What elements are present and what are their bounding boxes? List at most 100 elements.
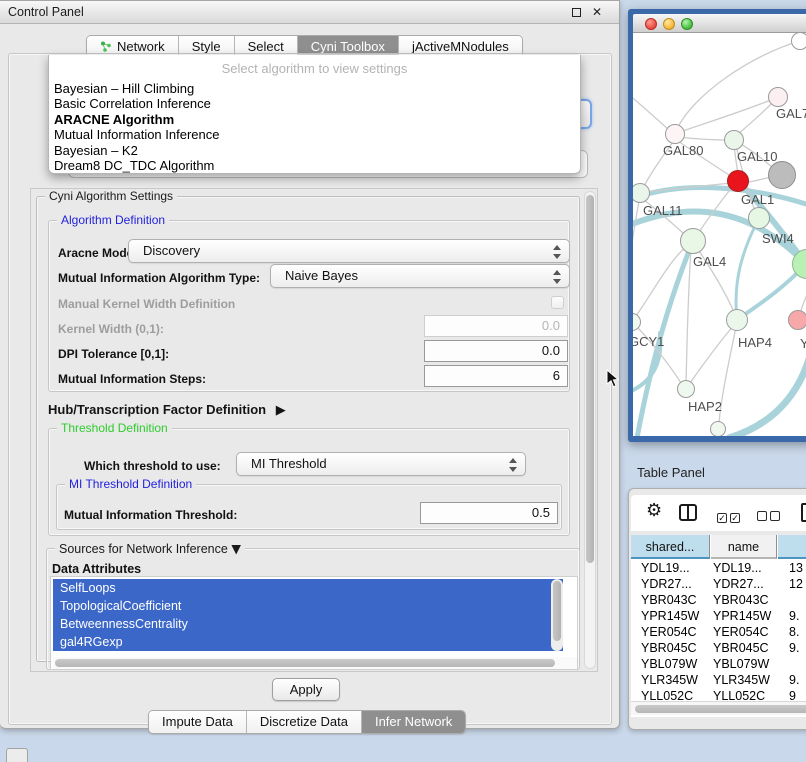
mi-steps-input[interactable]: 6 bbox=[424, 365, 568, 387]
tab-discretize-data[interactable]: Discretize Data bbox=[246, 711, 361, 733]
spinner-arrows-icon bbox=[508, 458, 517, 472]
settings-vertical-scrollbar[interactable] bbox=[584, 191, 596, 669]
network-node-gal80[interactable] bbox=[665, 124, 685, 144]
sources-title[interactable]: Sources for Network Inference ▼ bbox=[55, 541, 245, 556]
mi-steps-label: Mutual Information Steps: bbox=[58, 372, 206, 386]
hub-definition-label: Hub/Transcription Factor Definition bbox=[48, 402, 266, 417]
network-node-gal1[interactable] bbox=[727, 170, 749, 192]
table-row[interactable]: YDL19...YDL19...13 bbox=[631, 561, 806, 577]
network-node-y[interactable] bbox=[788, 310, 806, 330]
mi-algorithm-type-select[interactable]: Naive Bayes bbox=[270, 264, 570, 288]
float-panel-icon[interactable] bbox=[572, 8, 581, 17]
network-node-gal4[interactable] bbox=[680, 228, 706, 254]
table-row[interactable]: YBR045CYBR045C9. bbox=[631, 641, 806, 657]
algorithm-dropdown-item[interactable]: Bayesian – K2 bbox=[49, 143, 580, 158]
attributes-vertical-scrollbar[interactable] bbox=[551, 579, 563, 651]
table-cell: YBL079W bbox=[641, 657, 697, 671]
zoom-traffic-light-icon[interactable] bbox=[681, 18, 693, 30]
table-horizontal-scrollbar[interactable] bbox=[631, 701, 806, 715]
network-node[interactable] bbox=[768, 161, 796, 189]
table-cell: 8. bbox=[789, 625, 799, 639]
data-attributes-selection: SelfLoops TopologicalCoefficient Between… bbox=[53, 579, 563, 651]
attributes-hscrollbar-thumb[interactable] bbox=[55, 659, 555, 667]
network-window-titlebar[interactable] bbox=[633, 14, 806, 33]
settings-scrollbar-thumb[interactable] bbox=[586, 195, 594, 563]
attribute-item[interactable]: BetweennessCentrality bbox=[53, 615, 563, 633]
network-node-label: GAL10 bbox=[737, 149, 777, 164]
aracne-mode-select[interactable]: Discovery bbox=[128, 239, 570, 263]
table-row[interactable]: YBR043CYBR043C bbox=[631, 593, 806, 609]
table-row[interactable]: YBL079W YBL079W bbox=[631, 657, 806, 673]
network-edge bbox=[633, 93, 669, 130]
column-header-shared[interactable]: shared... bbox=[631, 535, 710, 559]
close-traffic-light-icon[interactable] bbox=[645, 18, 657, 30]
network-node-label: SWI4 bbox=[762, 231, 794, 246]
network-node-label: GAL1 bbox=[741, 192, 774, 207]
algorithm-dropdown-popup: Select algorithm to view settings Bayesi… bbox=[48, 55, 581, 174]
network-node-label: GAL80 bbox=[663, 143, 703, 158]
network-node-hap4[interactable] bbox=[726, 309, 748, 331]
new-table-icon[interactable] bbox=[801, 503, 806, 522]
tab-infer-network[interactable]: Infer Network bbox=[361, 711, 465, 733]
data-attributes-list: SelfLoops TopologicalCoefficient Between… bbox=[50, 576, 578, 670]
table-row[interactable]: YPR145WYPR145W9. bbox=[631, 609, 806, 625]
table-toolbar: ⚙ ✓✓ bbox=[631, 495, 806, 531]
spinner-arrows-icon bbox=[552, 270, 561, 284]
attributes-scrollbar-thumb[interactable] bbox=[553, 581, 561, 641]
network-edge bbox=[686, 249, 691, 383]
network-node[interactable] bbox=[710, 421, 726, 436]
mi-threshold-input[interactable]: 0.5 bbox=[420, 502, 558, 524]
algorithm-dropdown-item[interactable]: ARACNE Algorithm bbox=[49, 112, 580, 127]
network-node-label: GAL11 bbox=[643, 203, 683, 218]
sources-title-label: Sources for Network Inference bbox=[59, 542, 228, 556]
network-edge bbox=[633, 201, 639, 268]
column-header-name[interactable]: name bbox=[711, 535, 777, 559]
close-icon[interactable]: ✕ bbox=[591, 6, 603, 18]
minimize-traffic-light-icon[interactable] bbox=[663, 18, 675, 30]
network-node-swi4[interactable] bbox=[748, 207, 770, 229]
network-node[interactable] bbox=[791, 33, 806, 50]
network-edge bbox=[729, 359, 806, 436]
table-row[interactable]: YER054CYER054C8. bbox=[631, 625, 806, 641]
gear-icon[interactable]: ⚙ bbox=[646, 502, 662, 520]
hide-unchecked-columns-icon[interactable] bbox=[757, 506, 783, 525]
manual-kernel-width-checkbox[interactable] bbox=[551, 296, 564, 309]
algorithm-dropdown-item[interactable]: Dream8 DC_TDC Algorithm bbox=[49, 158, 580, 173]
columns-icon[interactable] bbox=[679, 504, 697, 521]
network-node-gal10[interactable] bbox=[724, 130, 744, 150]
algorithm-dropdown-prompt: Select algorithm to view settings bbox=[49, 55, 580, 81]
network-canvas[interactable]: GAL7GAL80GAL10GAL1GAL11SWI4GAL4GCY1HAP4Y… bbox=[633, 33, 806, 436]
dpi-tolerance-input[interactable]: 0.0 bbox=[424, 340, 568, 362]
attribute-item[interactable]: gal4RGexp bbox=[53, 633, 563, 651]
attribute-item[interactable]: TopologicalCoefficient bbox=[53, 597, 563, 615]
table-cell: 9. bbox=[789, 609, 799, 623]
network-node-gal7[interactable] bbox=[768, 87, 788, 107]
algorithm-dropdown-item[interactable]: Mutual Information Inference bbox=[49, 127, 580, 142]
show-checked-columns-icon[interactable]: ✓✓ bbox=[717, 506, 743, 525]
table-hscrollbar-thumb[interactable] bbox=[635, 705, 806, 713]
network-node-label: Y bbox=[800, 336, 806, 351]
mi-threshold-label: Mutual Information Threshold: bbox=[64, 508, 237, 522]
mi-threshold-definition-title: MI Threshold Definition bbox=[65, 477, 196, 491]
network-node-hap2[interactable] bbox=[677, 380, 695, 398]
column-header-third[interactable]: A bbox=[778, 535, 806, 559]
algorithm-dropdown-item[interactable]: Bayesian – Hill Climbing bbox=[49, 81, 580, 96]
table-row[interactable]: YDR27...YDR27...12 bbox=[631, 577, 806, 593]
table-row[interactable]: YLR345WYLR345W9. bbox=[631, 673, 806, 689]
attribute-item[interactable]: SelfLoops bbox=[53, 579, 563, 597]
dpi-tolerance-label: DPI Tolerance [0,1]: bbox=[58, 347, 169, 361]
tab-network-label: Network bbox=[117, 39, 165, 54]
which-threshold-label: Which threshold to use: bbox=[84, 459, 221, 473]
screen: Control Panel ✕ Network Style Select Cyn… bbox=[0, 0, 806, 762]
tab-impute-data[interactable]: Impute Data bbox=[149, 711, 246, 733]
which-threshold-select[interactable]: MI Threshold bbox=[236, 452, 526, 476]
minimized-panel-icon[interactable] bbox=[6, 748, 28, 762]
algorithm-dropdown-item[interactable]: Basic Correlation Inference bbox=[49, 96, 580, 111]
mi-algorithm-type-value: Naive Bayes bbox=[285, 268, 358, 283]
attributes-horizontal-scrollbar[interactable] bbox=[53, 657, 577, 669]
kernel-width-input[interactable]: 0.0 bbox=[424, 315, 568, 337]
apply-button[interactable]: Apply bbox=[272, 678, 340, 701]
table-cell: YBL079W bbox=[713, 657, 769, 671]
hub-definition-toggle[interactable]: Hub/Transcription Factor Definition ▶ bbox=[48, 402, 286, 418]
algorithm-definition-title: Algorithm Definition bbox=[57, 213, 169, 227]
